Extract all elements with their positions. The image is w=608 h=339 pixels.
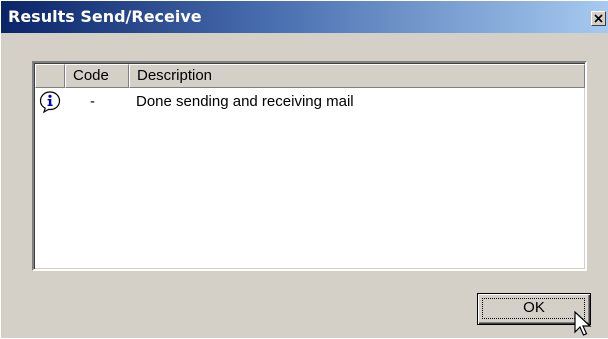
- list-header: Code Description: [35, 64, 585, 88]
- list-item[interactable]: - Done sending and receiving mail: [35, 90, 585, 116]
- dialog-title: Results Send/Receive: [8, 7, 202, 26]
- results-dialog: Results Send/Receive Code Description - …: [0, 0, 608, 338]
- close-icon: [594, 14, 603, 23]
- column-header-code[interactable]: Code: [65, 64, 129, 88]
- row-code: -: [90, 93, 95, 110]
- row-description: Done sending and receiving mail: [136, 93, 354, 110]
- column-header-description[interactable]: Description: [129, 64, 585, 88]
- arrow-cursor-icon: [574, 311, 592, 336]
- results-list[interactable]: Code Description - Done sending and rece…: [32, 61, 587, 271]
- close-button[interactable]: [591, 11, 606, 26]
- info-icon: [39, 91, 61, 114]
- title-bar[interactable]: Results Send/Receive: [1, 1, 608, 33]
- column-header-icon[interactable]: [35, 64, 65, 88]
